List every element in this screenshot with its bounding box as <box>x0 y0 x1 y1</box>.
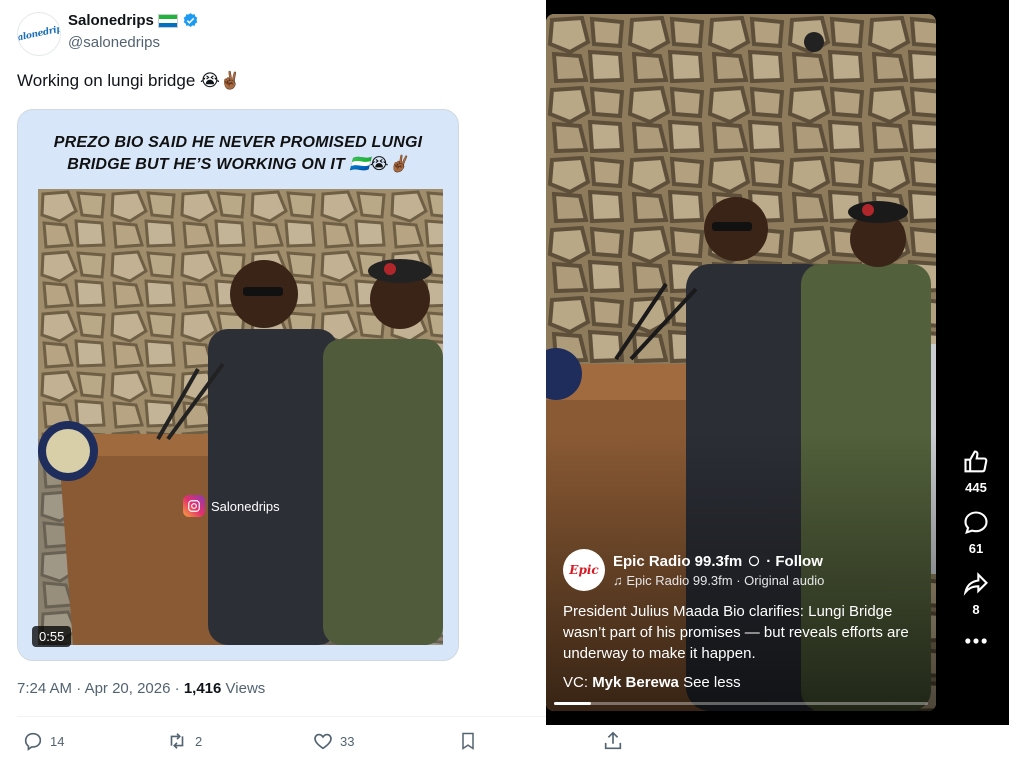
reply-button[interactable]: 14 <box>22 730 64 752</box>
watermark-text: Salonedrips <box>211 498 280 514</box>
reel-comment-button[interactable]: 61 <box>950 509 1002 556</box>
reel-progress-fill <box>554 702 592 705</box>
user-handle[interactable]: @salonedrips <box>68 34 160 51</box>
reel-share-button[interactable]: 8 <box>950 570 1002 617</box>
author-name-row: Salonedrips <box>68 12 199 29</box>
verified-badge-icon <box>183 13 198 27</box>
video-frame[interactable] <box>38 189 443 645</box>
reel-like-button[interactable]: 445 <box>950 448 1002 495</box>
reel-comment-count: 61 <box>968 541 984 556</box>
bookmark-button[interactable] <box>458 730 478 752</box>
share-icon <box>604 731 622 750</box>
tweet-media-card[interactable]: PREZO BIO SAID HE NEVER PROMISED LUNGI B… <box>17 109 459 661</box>
reel-audio[interactable]: ♫ Epic Radio 99.3fm · Original audio <box>613 573 824 588</box>
reply-icon <box>24 732 42 751</box>
tweet: Salonedrips Salonedrips @salonedrips Wor… <box>0 0 622 778</box>
headline-line-2: BRIDGE BUT HE’S WORKING ON IT 🇸🇱😭✌🏾 <box>67 156 409 173</box>
divider <box>17 716 546 717</box>
like-count: 33 <box>340 733 355 749</box>
reel-share-count: 8 <box>972 602 980 617</box>
reel-name-row: Epic Radio 99.3fm · Follow <box>613 553 824 570</box>
tweet-text: Working on lungi bridge 😭✌🏾 <box>17 71 242 90</box>
media-watermark: Salonedrips <box>183 495 280 517</box>
tweet-meta: 7:24 AM · Apr 20, 2026 · 1,416 Views <box>17 680 266 697</box>
reel-side-actions: 445 61 8 <box>950 448 1002 669</box>
reel-audio-text: Epic Radio 99.3fm · Original audio <box>626 572 825 588</box>
music-note-icon: ♫ <box>613 572 623 588</box>
see-less-link[interactable]: See less <box>683 674 741 691</box>
share-arrow-icon <box>963 572 988 596</box>
vc-name[interactable]: Myk Berewa <box>592 674 679 691</box>
reel-info: Epic Epic Radio 99.3fm · Follow ♫ Epic R… <box>563 549 923 691</box>
reply-count: 14 <box>50 733 65 749</box>
reel-more-button[interactable] <box>950 631 1002 655</box>
headline-line-1: PREZO BIO SAID HE NEVER PROMISED LUNGI <box>53 134 423 151</box>
like-button[interactable]: 33 <box>312 730 354 752</box>
vc-prefix: VC: <box>563 674 589 691</box>
retweet-button[interactable]: 2 <box>165 730 202 752</box>
reel-account-meta: Epic Radio 99.3fm · Follow ♫ Epic Radio … <box>613 553 824 588</box>
display-name[interactable]: Salonedrips <box>68 12 154 29</box>
reel-panel: Epic Epic Radio 99.3fm · Follow ♫ Epic R… <box>546 0 1009 725</box>
reel-progress-track[interactable] <box>554 702 928 705</box>
follow-button[interactable]: · Follow <box>766 553 823 570</box>
reel-caption: President Julius Maada Bio clarifies: Lu… <box>563 603 909 662</box>
retweet-count: 2 <box>195 733 203 749</box>
avatar-logo-text: Salonedrips <box>17 23 61 45</box>
sierra-leone-flag-icon <box>157 13 178 28</box>
video-duration-badge: 0:55 <box>32 626 72 647</box>
reel-account-row: Epic Epic Radio 99.3fm · Follow ♫ Epic R… <box>563 549 923 591</box>
more-icon <box>965 638 987 644</box>
like-thumb-icon <box>964 450 988 473</box>
bookmark-icon <box>462 732 474 750</box>
globe-icon <box>749 555 760 567</box>
video-scene-illustration <box>38 189 443 645</box>
reel-account-avatar[interactable]: Epic <box>563 549 605 591</box>
reel-account-name[interactable]: Epic Radio 99.3fm <box>613 553 742 570</box>
tweet-action-bar: 14 2 33 <box>0 730 622 760</box>
reel-like-count: 445 <box>965 480 987 495</box>
tweet-time[interactable]: 7:24 AM <box>17 680 72 697</box>
tweet-date[interactable]: Apr 20, 2026 <box>85 680 171 697</box>
profile-avatar[interactable]: Salonedrips <box>17 12 61 56</box>
media-headline: PREZO BIO SAID HE NEVER PROMISED LUNGI B… <box>18 132 458 176</box>
retweet-icon <box>170 733 184 749</box>
comment-icon <box>964 511 988 534</box>
reel-avatar-text: Epic <box>569 563 599 577</box>
views-label: Views <box>225 680 266 697</box>
like-icon <box>314 733 332 750</box>
share-button[interactable] <box>602 730 624 752</box>
views-count: 1,416 <box>183 680 222 697</box>
reel-video[interactable]: Epic Epic Radio 99.3fm · Follow ♫ Epic R… <box>546 14 936 711</box>
instagram-icon <box>183 495 205 517</box>
reel-vc-line: VC: Myk Berewa See less <box>563 674 923 691</box>
